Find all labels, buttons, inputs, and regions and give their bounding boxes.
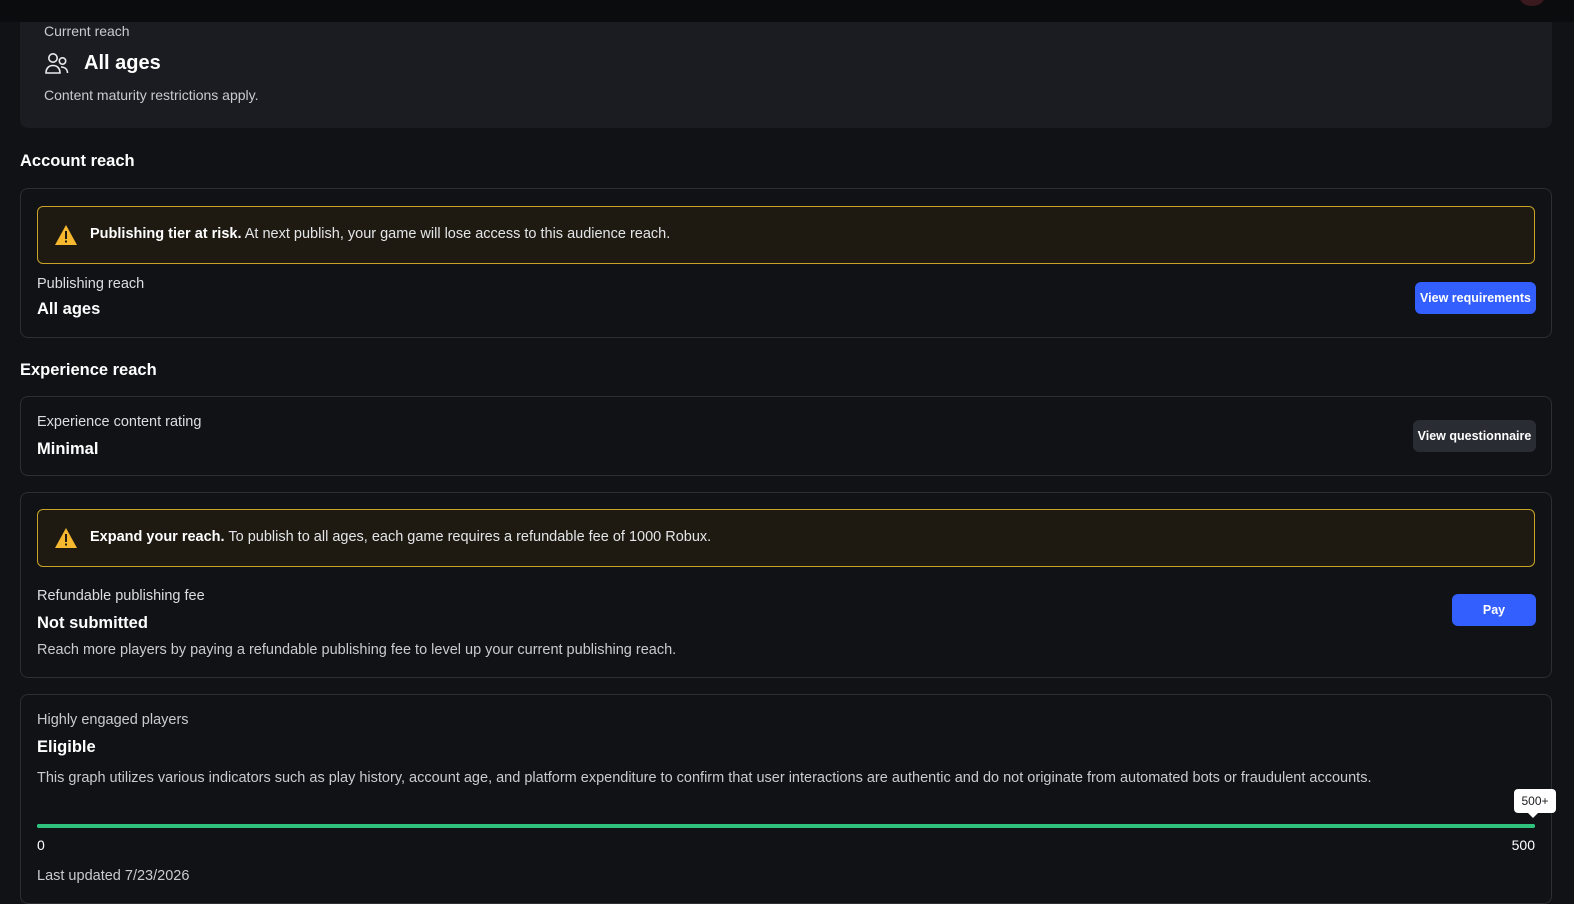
publishing-fee-panel: Expand your reach. To publish to all age… (20, 492, 1552, 678)
alert-bold-text: Expand your reach. (90, 529, 225, 545)
top-bar (0, 0, 1574, 22)
progress-tooltip: 500+ (1514, 789, 1556, 818)
engaged-players-label: Highly engaged players (37, 712, 189, 728)
publishing-fee-value: Not submitted (37, 614, 148, 632)
publishing-fee-label: Refundable publishing fee (37, 588, 205, 604)
publishing-fee-description: Reach more players by paying a refundabl… (37, 642, 677, 658)
pay-button[interactable]: Pay (1452, 594, 1536, 626)
publishing-reach-label: Publishing reach (37, 276, 145, 292)
progress-max-label: 500 (1511, 837, 1535, 853)
experience-reach-heading: Experience reach (20, 361, 157, 379)
alert-body-text: At next publish, your game will lose acc… (241, 226, 671, 242)
content-rating-label: Experience content rating (37, 414, 202, 430)
alert-text: Publishing tier at risk. At next publish… (90, 226, 670, 242)
view-requirements-button[interactable]: View requirements (1415, 282, 1536, 314)
alert-bold-text: Publishing tier at risk. (90, 226, 242, 242)
progress-min-label: 0 (37, 837, 45, 853)
content-rating-panel: Experience content rating Minimal View q… (20, 396, 1552, 476)
alert-body-text: To publish to all ages, each game requir… (224, 529, 712, 545)
current-reach-label: Current reach (44, 23, 130, 39)
account-reach-heading: Account reach (20, 152, 135, 170)
publishing-reach-value: All ages (37, 300, 101, 318)
account-reach-panel: Publishing tier at risk. At next publish… (20, 188, 1552, 338)
warning-icon (55, 225, 77, 245)
content-rating-value: Minimal (37, 440, 99, 458)
expand-reach-alert: Expand your reach. To publish to all age… (37, 509, 1535, 567)
alert-text: Expand your reach. To publish to all age… (90, 529, 711, 545)
current-reach-title: All ages (84, 52, 161, 74)
publishing-tier-alert: Publishing tier at risk. At next publish… (37, 206, 1535, 264)
current-reach-description: Content maturity restrictions apply. (44, 87, 259, 103)
progress-fill (37, 824, 1535, 828)
engaged-players-description: This graph utilizes various indicators s… (37, 770, 1372, 786)
engaged-players-panel: Highly engaged players Eligible This gra… (20, 694, 1556, 904)
users-icon (45, 53, 69, 74)
warning-icon (55, 528, 77, 548)
current-reach-card: Current reach All ages Content maturity … (20, 22, 1552, 128)
engagement-progress-bar (37, 824, 1535, 828)
last-updated-text: Last updated 7/23/2026 (37, 868, 190, 884)
engaged-players-value: Eligible (37, 738, 96, 756)
view-questionnaire-button[interactable]: View questionnaire (1413, 420, 1536, 452)
avatar[interactable] (1520, 0, 1544, 6)
